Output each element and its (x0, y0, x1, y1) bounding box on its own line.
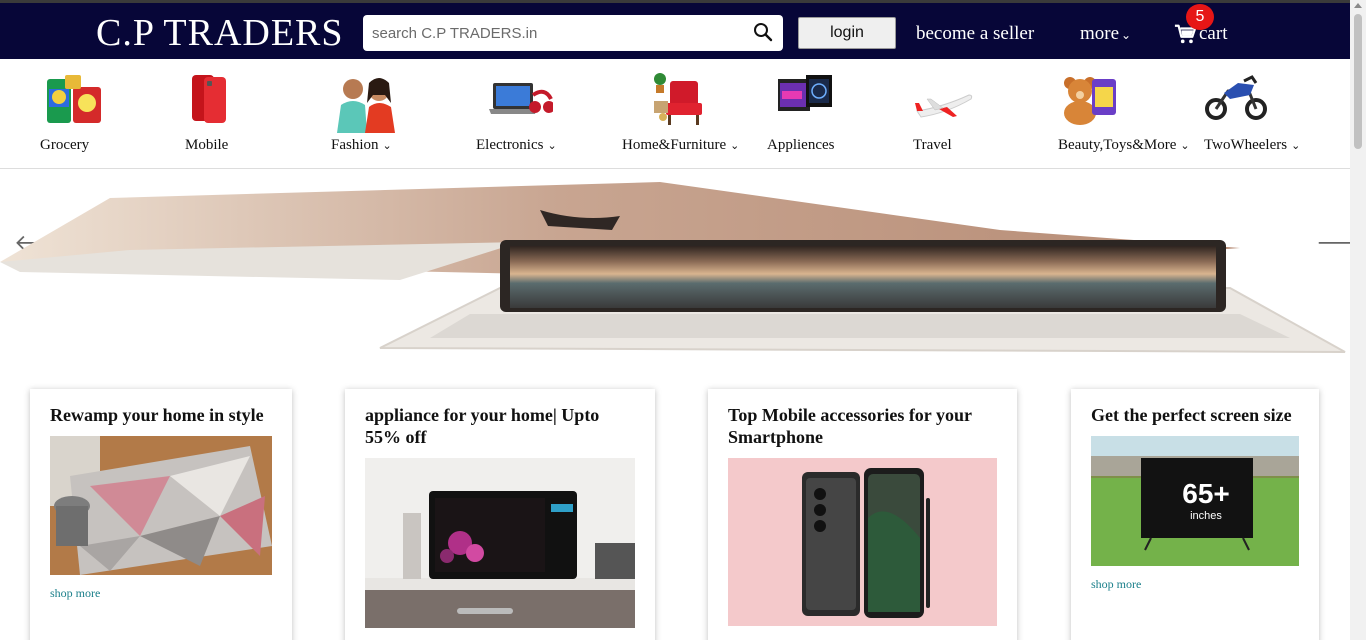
category-label: TwoWheelers ⌄ (1204, 137, 1301, 153)
rug-image (50, 436, 272, 575)
smartphone-image (728, 458, 997, 626)
scrollbar-thumb[interactable] (1354, 14, 1362, 149)
tv-size-value: 65+ (1182, 478, 1230, 509)
search-input[interactable] (363, 15, 743, 51)
promo-card-tv[interactable]: Get the perfect screen size 65+ inches s… (1071, 389, 1319, 640)
microwave-image (365, 458, 635, 628)
search-icon[interactable] (753, 22, 773, 42)
mobile-icon (192, 75, 226, 123)
top-header: C.P TRADERS login become a seller more⌄ … (0, 0, 1366, 59)
fashion-icon (333, 73, 399, 133)
category-electronics[interactable]: Electronics ⌄ (476, 59, 566, 169)
category-beauty-toys[interactable]: Beauty,Toys&More ⌄ (1058, 59, 1198, 169)
card-title: appliance for your home| Upto 55% off (365, 405, 600, 447)
category-label: Electronics ⌄ (476, 137, 557, 153)
category-label: Home&Furniture ⌄ (622, 137, 740, 153)
electronics-icon (489, 83, 553, 114)
category-label: Mobile (185, 137, 229, 153)
motorbike-icon (1205, 75, 1267, 120)
appliances-icon (777, 75, 832, 111)
brand-logo[interactable]: C.P TRADERS (96, 11, 344, 55)
category-grocery[interactable]: Grocery (40, 59, 110, 169)
category-label: Grocery (40, 137, 90, 153)
scroll-up-arrow-icon[interactable] (1354, 3, 1362, 8)
toys-icon (1064, 77, 1116, 125)
airplane-icon (915, 94, 973, 118)
cart-count-badge: 5 (1186, 4, 1214, 30)
more-label: more (1080, 23, 1120, 44)
card-title: Rewamp your home in style (50, 405, 264, 425)
search-bar (363, 15, 783, 51)
promo-card-appliance[interactable]: appliance for your home| Upto 55% off (345, 389, 655, 640)
card-title: Top Mobile accessories for your Smartpho… (728, 405, 972, 447)
chevron-down-icon: ⌄ (1291, 140, 1301, 152)
chevron-down-icon: ⌄ (730, 140, 740, 152)
become-seller-link[interactable]: become a seller (916, 23, 1034, 45)
category-label: Beauty,Toys&More ⌄ (1058, 137, 1190, 153)
category-label: Fashion ⌄ (331, 137, 392, 153)
grocery-icon (47, 75, 101, 123)
category-appliances[interactable]: Appliences (767, 59, 842, 169)
hero-carousel: 🡐 🡒 (0, 170, 1366, 370)
more-menu[interactable]: more ⌄ (1080, 23, 1131, 45)
chevron-down-icon: ⌄ (1121, 28, 1132, 42)
furniture-icon (654, 73, 702, 125)
category-two-wheelers[interactable]: TwoWheelers ⌄ (1204, 59, 1314, 169)
shop-more-link[interactable]: shop more (50, 586, 100, 601)
laptop-banner-image (0, 182, 1346, 353)
category-fashion[interactable]: Fashion ⌄ (331, 59, 401, 169)
category-travel[interactable]: Travel (913, 59, 973, 169)
tv-size-unit: inches (1190, 510, 1222, 522)
chevron-down-icon: ⌄ (547, 140, 557, 152)
card-title: Get the perfect screen size (1091, 405, 1292, 425)
chevron-down-icon: ⌄ (1180, 140, 1190, 152)
login-button[interactable]: login (798, 17, 896, 49)
chevron-down-icon: ⌄ (382, 140, 392, 152)
tv-size-label: 65+ inches (1174, 479, 1238, 523)
category-home-furniture[interactable]: Home&Furniture ⌄ (622, 59, 752, 169)
vertical-scrollbar[interactable] (1350, 0, 1366, 640)
category-label: Travel (913, 137, 952, 153)
shop-more-link[interactable]: shop more (1091, 577, 1141, 592)
promo-card-mobile-accessories[interactable]: Top Mobile accessories for your Smartpho… (708, 389, 1017, 640)
category-nav: Grocery Mobile Fashion ⌄ Electronics ⌄ H… (0, 59, 1350, 169)
category-mobile[interactable]: Mobile (185, 59, 235, 169)
category-label: Appliences (767, 137, 835, 153)
promo-card-home[interactable]: Rewamp your home in style shop more (30, 389, 292, 640)
